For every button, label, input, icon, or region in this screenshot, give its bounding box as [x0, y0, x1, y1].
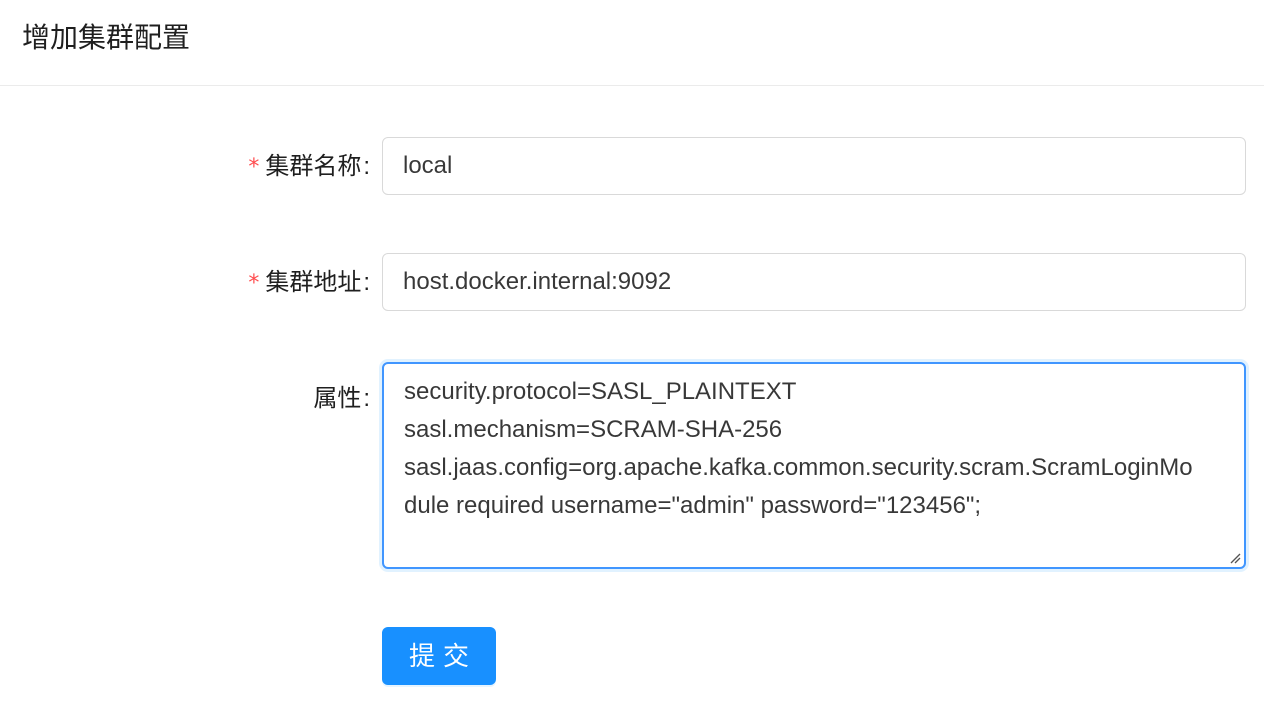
- cluster-name-input[interactable]: local: [382, 137, 1246, 195]
- label-colon: :: [363, 385, 370, 412]
- required-mark: *: [248, 155, 260, 180]
- page-title: 增加集群配置: [22, 22, 191, 53]
- properties-textarea[interactable]: security.protocol=SASL_PLAINTEXT sasl.me…: [382, 362, 1246, 569]
- properties-line: sasl.jaas.config=org.apache.kafka.common…: [404, 454, 1193, 481]
- label-colon: :: [363, 153, 370, 180]
- properties-line: dule required username="admin" password=…: [404, 492, 982, 519]
- properties-label-text: 属性: [313, 385, 362, 412]
- properties-label: 属性:: [313, 383, 370, 415]
- cluster-name-value: local: [403, 152, 453, 179]
- resize-handle-icon[interactable]: [1229, 552, 1241, 564]
- cluster-name-label-text: 集群名称: [265, 153, 362, 180]
- cluster-address-label-text: 集群地址: [265, 269, 362, 296]
- page-header: 增加集群配置: [0, 0, 1264, 86]
- required-mark: *: [248, 271, 260, 296]
- cluster-address-value: host.docker.internal:9092: [403, 268, 672, 295]
- cluster-address-input[interactable]: host.docker.internal:9092: [382, 253, 1246, 311]
- cluster-address-label: * 集群地址:: [248, 267, 370, 300]
- label-colon: :: [363, 269, 370, 296]
- cluster-name-label: * 集群名称:: [248, 151, 370, 184]
- submit-button[interactable]: 提交: [382, 627, 496, 685]
- properties-line: security.protocol=SASL_PLAINTEXT: [404, 378, 797, 405]
- properties-line: sasl.mechanism=SCRAM-SHA-256: [404, 416, 783, 443]
